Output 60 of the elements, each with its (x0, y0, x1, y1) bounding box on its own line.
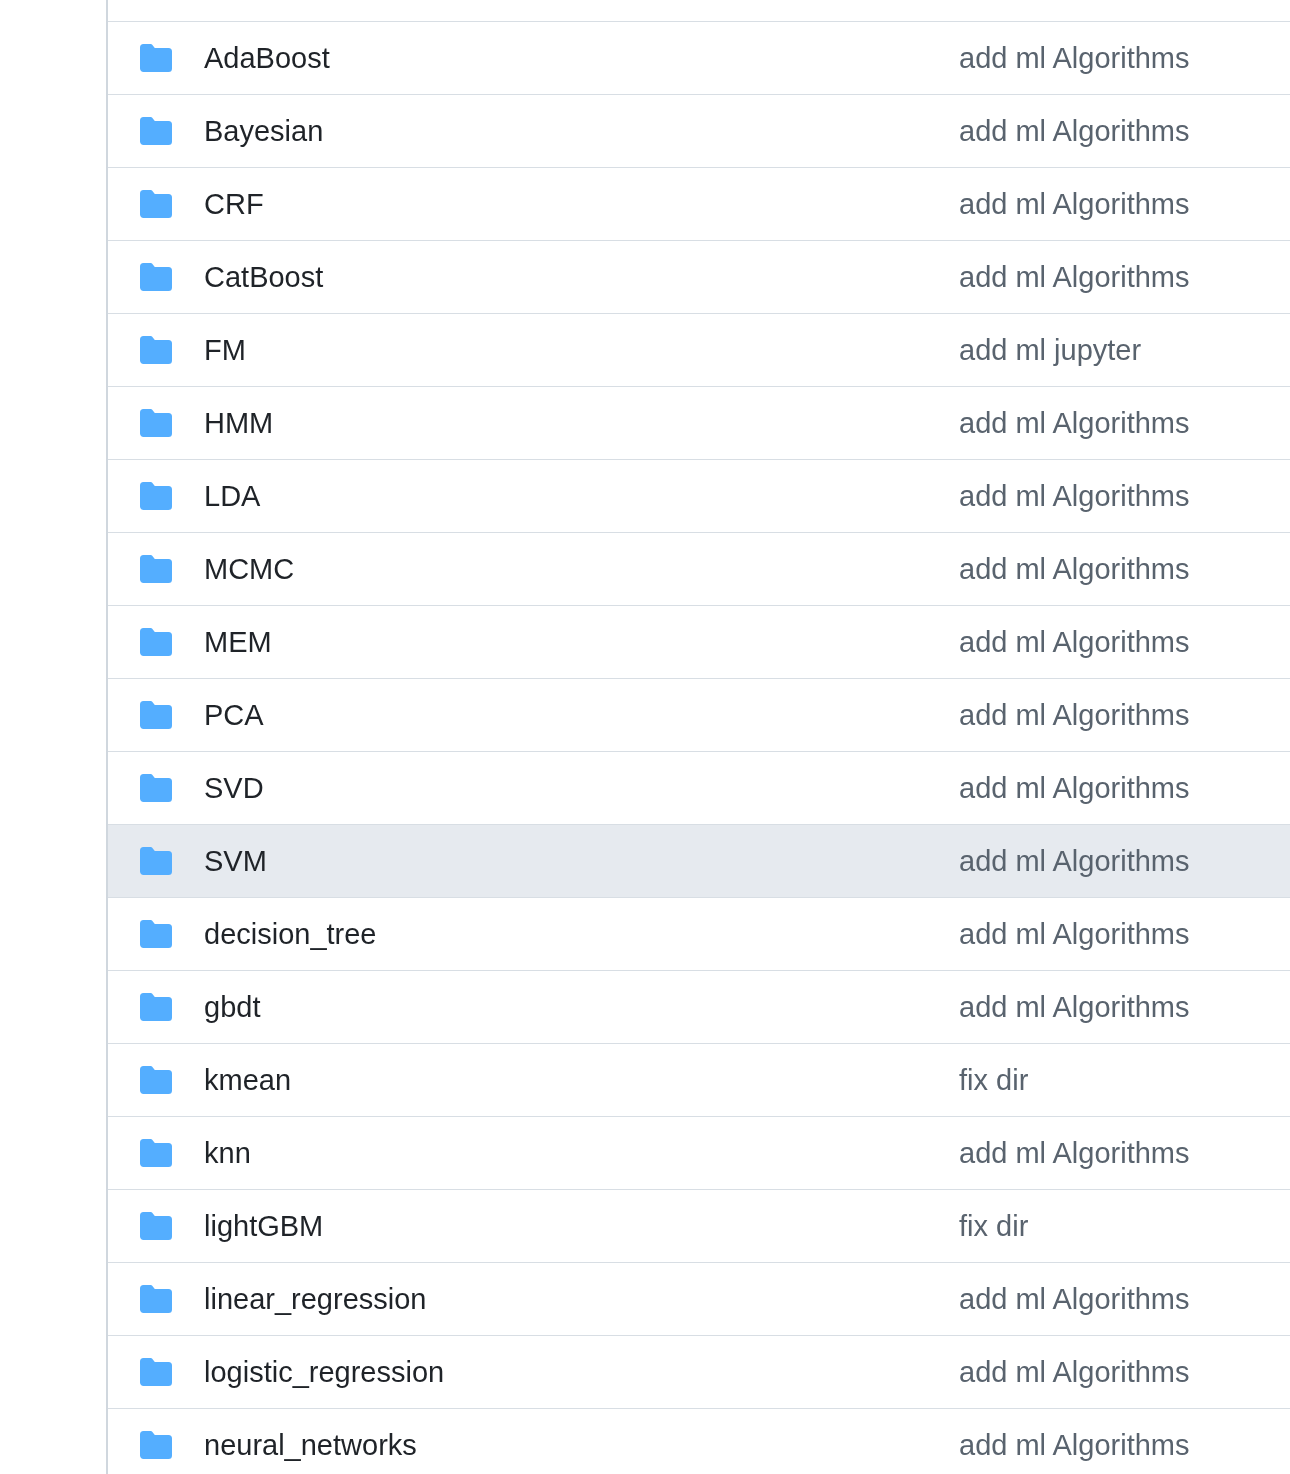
folder-icon (140, 1431, 172, 1459)
folder-icon (140, 774, 172, 802)
folder-name-link[interactable]: SVM (204, 844, 267, 878)
commit-message-link[interactable]: add ml Algorithms (959, 1428, 1190, 1462)
commit-message-link[interactable]: add ml jupyter (959, 333, 1142, 367)
folder-name-link[interactable]: logistic_regression (204, 1355, 445, 1389)
folder-name-link[interactable]: LDA (204, 479, 261, 513)
folder-name-link[interactable]: kmean (204, 1063, 292, 1097)
folder-name-link[interactable]: CatBoost (204, 260, 324, 294)
commit-message-link[interactable]: add ml Algorithms (959, 771, 1190, 805)
folder-name-link[interactable]: HMM (204, 406, 274, 440)
folder-icon (140, 1066, 172, 1094)
commit-message-link[interactable]: fix dir (959, 1063, 1029, 1097)
folder-icon (140, 555, 172, 583)
folder-icon (140, 1139, 172, 1167)
commit-message-link[interactable]: add ml Algorithms (959, 1282, 1190, 1316)
folder-icon (140, 409, 172, 437)
commit-message-link[interactable]: add ml Algorithms (959, 479, 1190, 513)
folder-icon (140, 44, 172, 72)
commit-message-link[interactable]: add ml Algorithms (959, 114, 1190, 148)
folder-icon (140, 482, 172, 510)
folder-name-link[interactable]: AdaBoost (204, 41, 330, 75)
folder-name-link[interactable]: FM (204, 333, 246, 367)
folder-name-link[interactable]: CRF (204, 187, 264, 221)
folder-name-link[interactable]: PCA (204, 698, 264, 732)
folder-icon (140, 920, 172, 948)
folder-icon (140, 336, 172, 364)
folder-icon (140, 993, 172, 1021)
commit-message-link[interactable]: add ml Algorithms (959, 260, 1190, 294)
commit-message-link[interactable]: add ml Algorithms (959, 187, 1190, 221)
folder-icon (140, 117, 172, 145)
commit-message-link[interactable]: add ml Algorithms (959, 1136, 1190, 1170)
folder-name-link[interactable]: decision_tree (204, 917, 377, 951)
folder-name-link[interactable]: lightGBM (204, 1209, 324, 1243)
commit-message-link[interactable]: add ml Algorithms (959, 1355, 1190, 1389)
folder-name-link[interactable]: linear_regression (204, 1282, 427, 1316)
folder-name-link[interactable]: SVD (204, 771, 264, 805)
folder-icon (140, 1285, 172, 1313)
folder-name-link[interactable]: MCMC (204, 552, 295, 586)
folder-icon (140, 1212, 172, 1240)
commit-message-link[interactable]: add ml Algorithms (959, 406, 1190, 440)
commit-message-link[interactable]: add ml Algorithms (959, 41, 1190, 75)
commit-message-link[interactable]: add ml Algorithms (959, 698, 1190, 732)
folder-icon (140, 263, 172, 291)
folder-name-link[interactable]: MEM (204, 625, 272, 659)
commit-message-link[interactable]: add ml Algorithms (959, 625, 1190, 659)
commit-message-link[interactable]: fix dir (959, 1209, 1029, 1243)
folder-name-link[interactable]: gbdt (204, 990, 261, 1024)
folder-name-link[interactable]: neural_networks (204, 1428, 417, 1462)
commit-message-link[interactable]: add ml Algorithms (959, 552, 1190, 586)
folder-icon (140, 847, 172, 875)
commit-message-link[interactable]: add ml Algorithms (959, 990, 1190, 1024)
commit-message-link[interactable]: add ml Algorithms (959, 917, 1190, 951)
folder-name-link[interactable]: Bayesian (204, 114, 324, 148)
folder-icon (140, 701, 172, 729)
folder-icon (140, 628, 172, 656)
folder-name-link[interactable]: knn (204, 1136, 251, 1170)
folder-icon (140, 1358, 172, 1386)
folder-icon (140, 190, 172, 218)
commit-message-link[interactable]: add ml Algorithms (959, 844, 1190, 878)
